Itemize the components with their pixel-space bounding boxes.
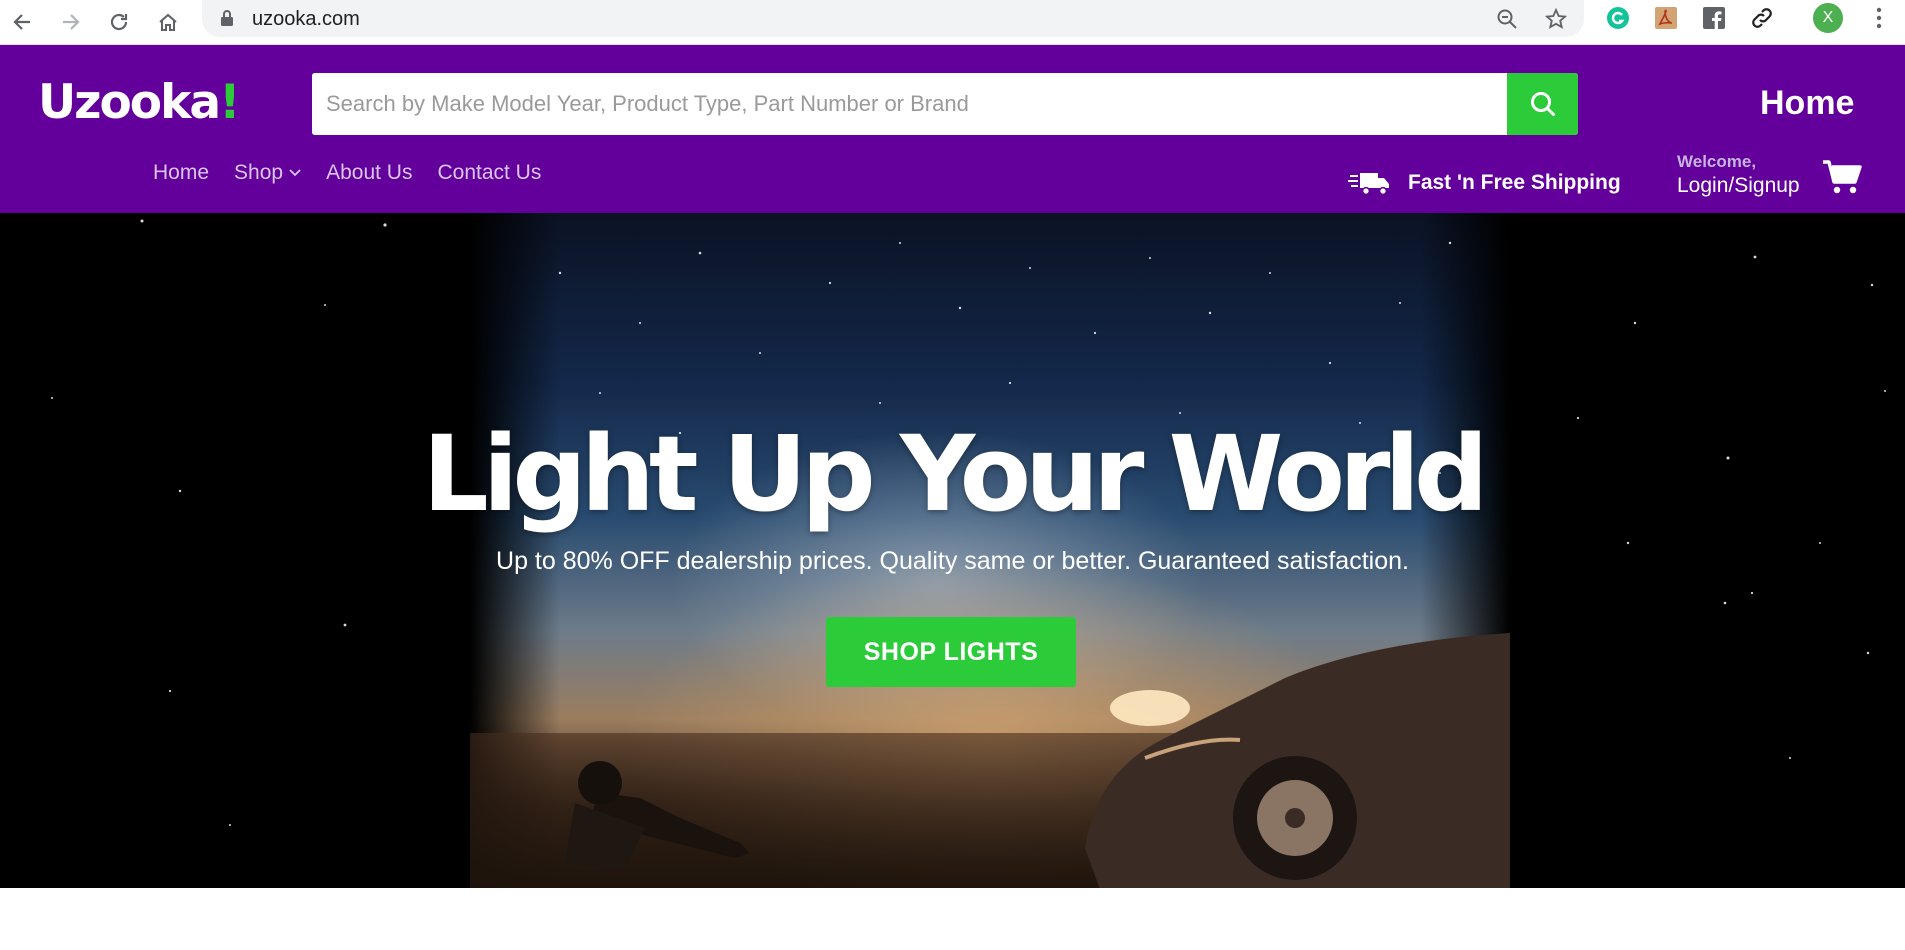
grammarly-extension-icon[interactable]	[1605, 5, 1631, 31]
home-icon	[159, 13, 177, 31]
search-icon	[1530, 92, 1555, 116]
nav-item-label: Home	[153, 161, 210, 184]
profile-initial: X	[1822, 9, 1834, 26]
shop-lights-button[interactable]: SHOP LIGHTS	[826, 617, 1076, 687]
nav-item-label: About Us	[326, 161, 413, 184]
nav-item-label: Contact Us	[437, 161, 542, 184]
site-header: Uzooka! Home Home Shop About Us Contact …	[0, 45, 1905, 213]
back-arrow-icon	[13, 14, 30, 30]
main-nav: Home Shop About Us Contact Us	[153, 161, 566, 185]
shopping-cart-icon	[1823, 160, 1862, 194]
hero-title: Light Up Your World	[422, 413, 1488, 535]
person-silhouette	[565, 761, 750, 868]
lock-icon	[220, 9, 234, 32]
shipping-label: Fast 'n Free Shipping	[1408, 171, 1621, 194]
shipping-promo[interactable]: Fast 'n Free Shipping	[1348, 170, 1621, 196]
reload-button[interactable]	[103, 6, 135, 38]
page-content-area	[0, 888, 1905, 950]
facebook-extension-icon[interactable]	[1701, 5, 1727, 31]
forward-button[interactable]	[55, 6, 87, 38]
nav-item-shop[interactable]: Shop	[234, 161, 301, 185]
bookmark-star-icon[interactable]	[1541, 4, 1571, 34]
login-signup-label: Login/Signup	[1677, 174, 1800, 197]
search-button[interactable]	[1507, 73, 1578, 135]
browser-menu-icon[interactable]	[1866, 5, 1892, 31]
reload-icon	[110, 13, 128, 31]
hero-banner: Light Up Your World Up to 80% OFF dealer…	[0, 213, 1905, 888]
pdf-extension-icon[interactable]	[1653, 5, 1679, 31]
site-logo[interactable]: Uzooka!	[38, 75, 241, 130]
forward-arrow-icon	[63, 14, 80, 30]
cart-button[interactable]	[1822, 159, 1862, 200]
search-input[interactable]	[312, 73, 1507, 135]
hero-subtitle: Up to 80% OFF dealership prices. Quality…	[496, 547, 1409, 575]
logo-text: Uzooka	[38, 75, 221, 130]
delivery-truck-icon	[1348, 173, 1389, 196]
car-silhouette	[1085, 633, 1510, 888]
logo-accent: !	[219, 75, 240, 130]
zoom-icon[interactable]	[1492, 4, 1522, 34]
address-bar[interactable]: uzooka.com	[202, 0, 1584, 37]
url-text: uzooka.com	[252, 8, 360, 30]
chevron-down-icon	[289, 169, 301, 177]
nav-item-about-us[interactable]: About Us	[326, 161, 412, 185]
link-extension-icon[interactable]	[1749, 5, 1775, 31]
back-button[interactable]	[6, 6, 38, 38]
account-link[interactable]: Welcome, Login/Signup	[1677, 152, 1800, 198]
nav-item-home[interactable]: Home	[153, 161, 209, 185]
search-bar	[312, 73, 1578, 135]
nav-item-contact-us[interactable]: Contact Us	[437, 161, 541, 185]
browser-toolbar: uzooka.com X	[0, 0, 1905, 45]
welcome-label: Welcome,	[1677, 152, 1757, 171]
nav-item-label: Shop	[234, 161, 284, 184]
profile-avatar[interactable]: X	[1813, 3, 1843, 33]
home-browser-button[interactable]	[152, 6, 184, 38]
header-home-link[interactable]: Home	[1760, 84, 1854, 123]
